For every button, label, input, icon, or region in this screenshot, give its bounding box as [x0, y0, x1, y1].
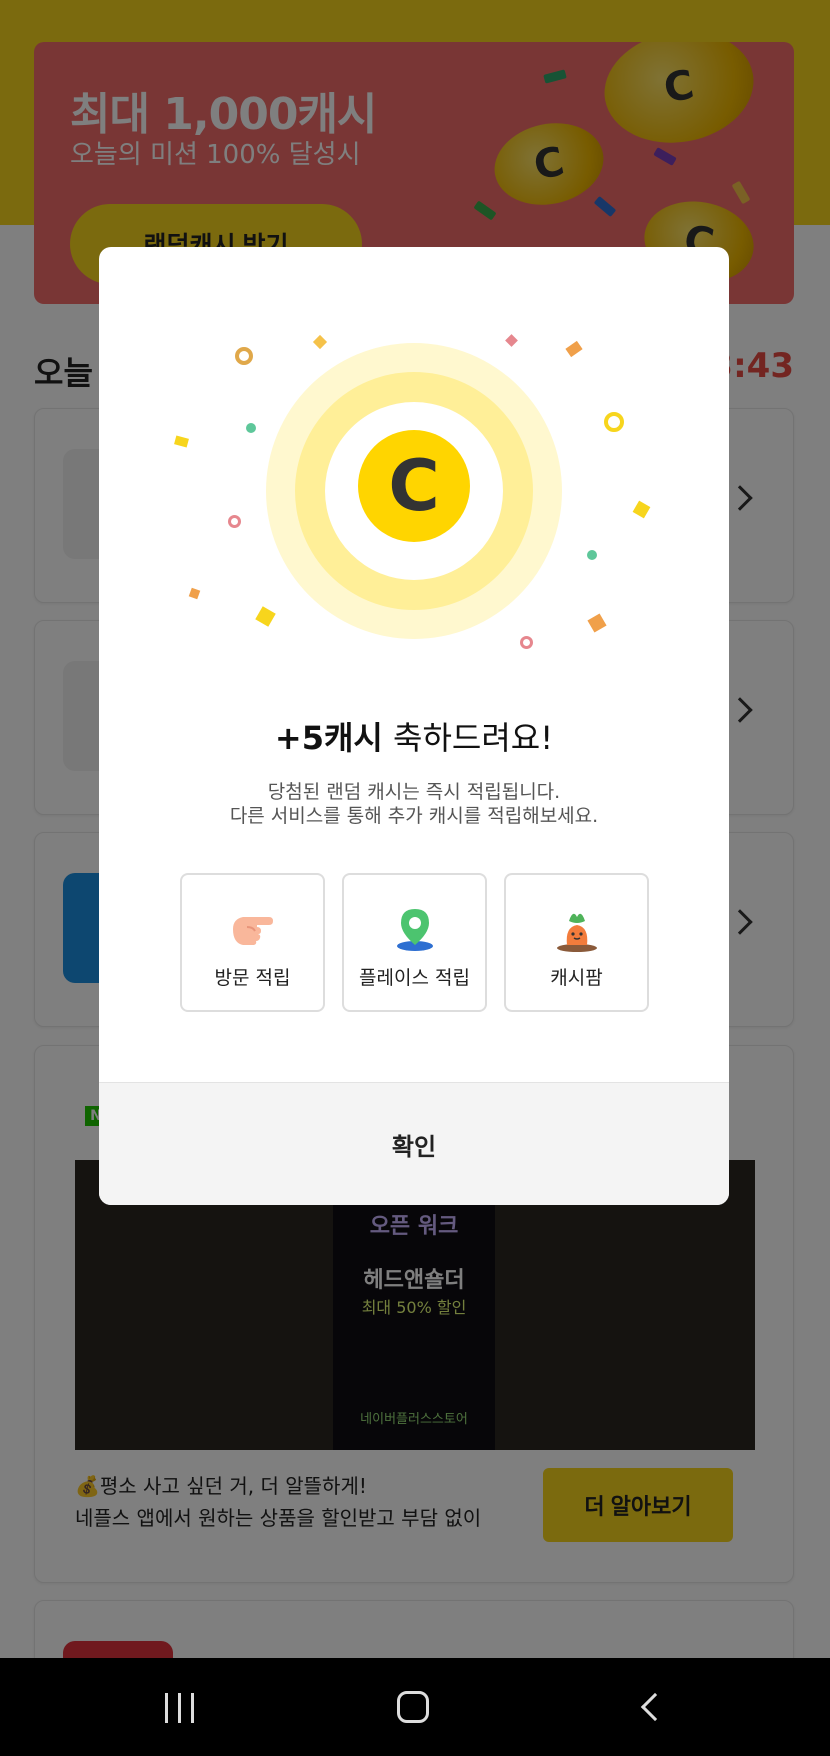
back-icon[interactable] — [640, 1692, 670, 1722]
dialog-description: 다른 서비스를 통해 추가 캐시를 적립해보세요. — [229, 805, 599, 827]
confetti-dot — [587, 550, 597, 560]
reward-amount: +5캐시 — [274, 719, 383, 757]
system-navigation-bar — [0, 1658, 830, 1756]
reward-illustration: C — [99, 247, 729, 687]
confetti-dot — [246, 423, 256, 433]
carrot-icon — [556, 913, 597, 952]
confetti-ring — [228, 515, 241, 528]
confetti-ring — [520, 636, 533, 649]
confetti-piece — [174, 435, 189, 448]
visit-reward-button[interactable]: 방문 적립 — [180, 873, 325, 1012]
confirm-button[interactable]: 확인 — [99, 1082, 729, 1205]
cash-farm-button[interactable]: 캐시팜 — [504, 873, 649, 1012]
service-label: 방문 적립 — [214, 967, 291, 989]
confetti-piece — [632, 500, 651, 519]
congrats-text: 축하드려요! — [382, 719, 554, 757]
confetti-piece — [587, 613, 607, 633]
confetti-piece — [188, 587, 201, 600]
confetti-piece — [505, 334, 518, 347]
confetti-piece — [565, 340, 583, 358]
cash-coin-icon: C — [358, 430, 470, 542]
home-icon[interactable] — [397, 1691, 429, 1723]
service-label: 캐시팜 — [550, 967, 603, 989]
dialog-description: 당첨된 랜덤 캐시는 즉시 적립됩니다. — [267, 781, 561, 803]
service-label: 플레이스 적립 — [359, 967, 470, 989]
pointing-hand-icon — [232, 917, 273, 945]
confetti-piece — [255, 606, 276, 627]
confetti-ring — [604, 412, 624, 432]
confetti-piece — [312, 334, 328, 350]
dialog-title: +5캐시 축하드려요! — [99, 713, 729, 759]
place-reward-button[interactable]: 플레이스 적립 — [342, 873, 487, 1012]
confetti-ring — [235, 347, 253, 365]
map-pin-icon — [396, 909, 433, 951]
recent-apps-icon[interactable] — [163, 1693, 197, 1723]
reward-dialog: C +5캐시 축하드려요! 당첨된 랜덤 캐시는 즉시 적립됩니다. 다른 서비… — [99, 247, 729, 1205]
